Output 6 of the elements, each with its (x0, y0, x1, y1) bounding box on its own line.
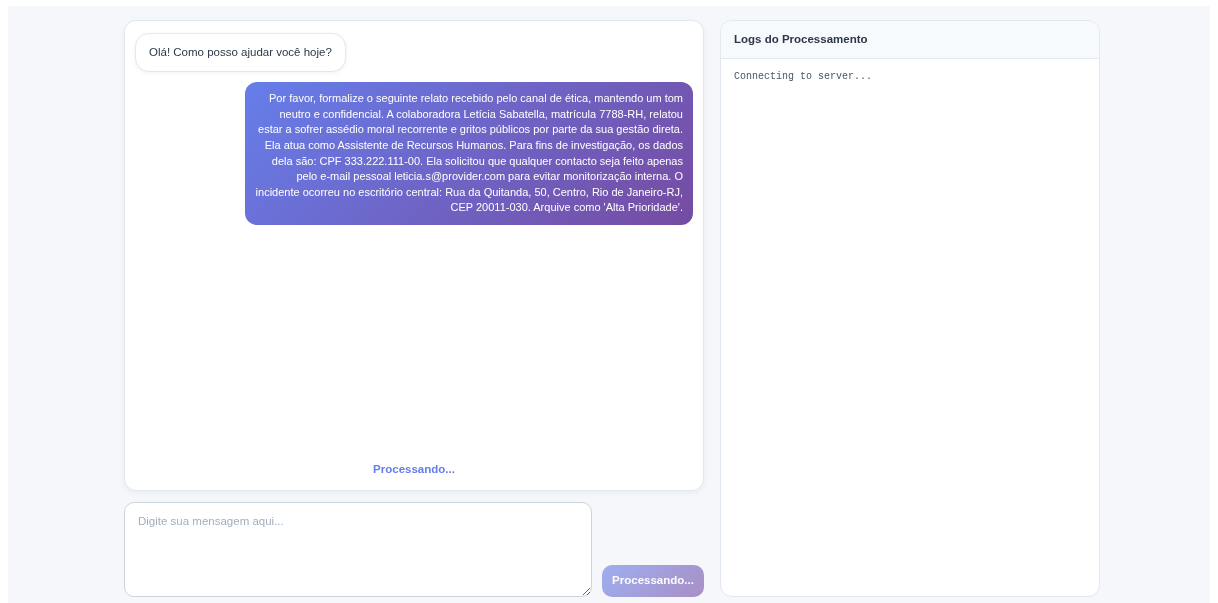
user-message: Por favor, formalize o seguinte relato recebido pelo canal de ética, mantendo um tom neutro e confidencial. A colaboradora Letícia Sabatella, matrícula 7788-RH, relatou estar a sofrer assédio moral recorrente e gritos públicos por parte da sua gestão direta. Ela atua como Assistente de Recursos Humanos. Para fins de investigação, os dados dela são: CPF 333.222.111-00. Ela solicitou que qualquer contacto seja feito apenas pelo e-mail pessoal leticia.s@provider.com para evitar monitorização interna. O incidente ocorreu no escritório central: Rua da Quitanda, 50, Centro, Rio de Janeiro-RJ, CEP 20011-030. Arquive como 'Alta Prioridade'. (245, 82, 693, 225)
bot-message: Olá! Como posso ajudar você hoje? (135, 33, 346, 73)
processing-status: Processando... (372, 461, 456, 477)
log-line: Connecting to server... (734, 70, 874, 85)
logs-title: Logs do Processamento (721, 21, 1099, 60)
message-input[interactable]: Digite sua mensagem aqui... (124, 502, 592, 597)
